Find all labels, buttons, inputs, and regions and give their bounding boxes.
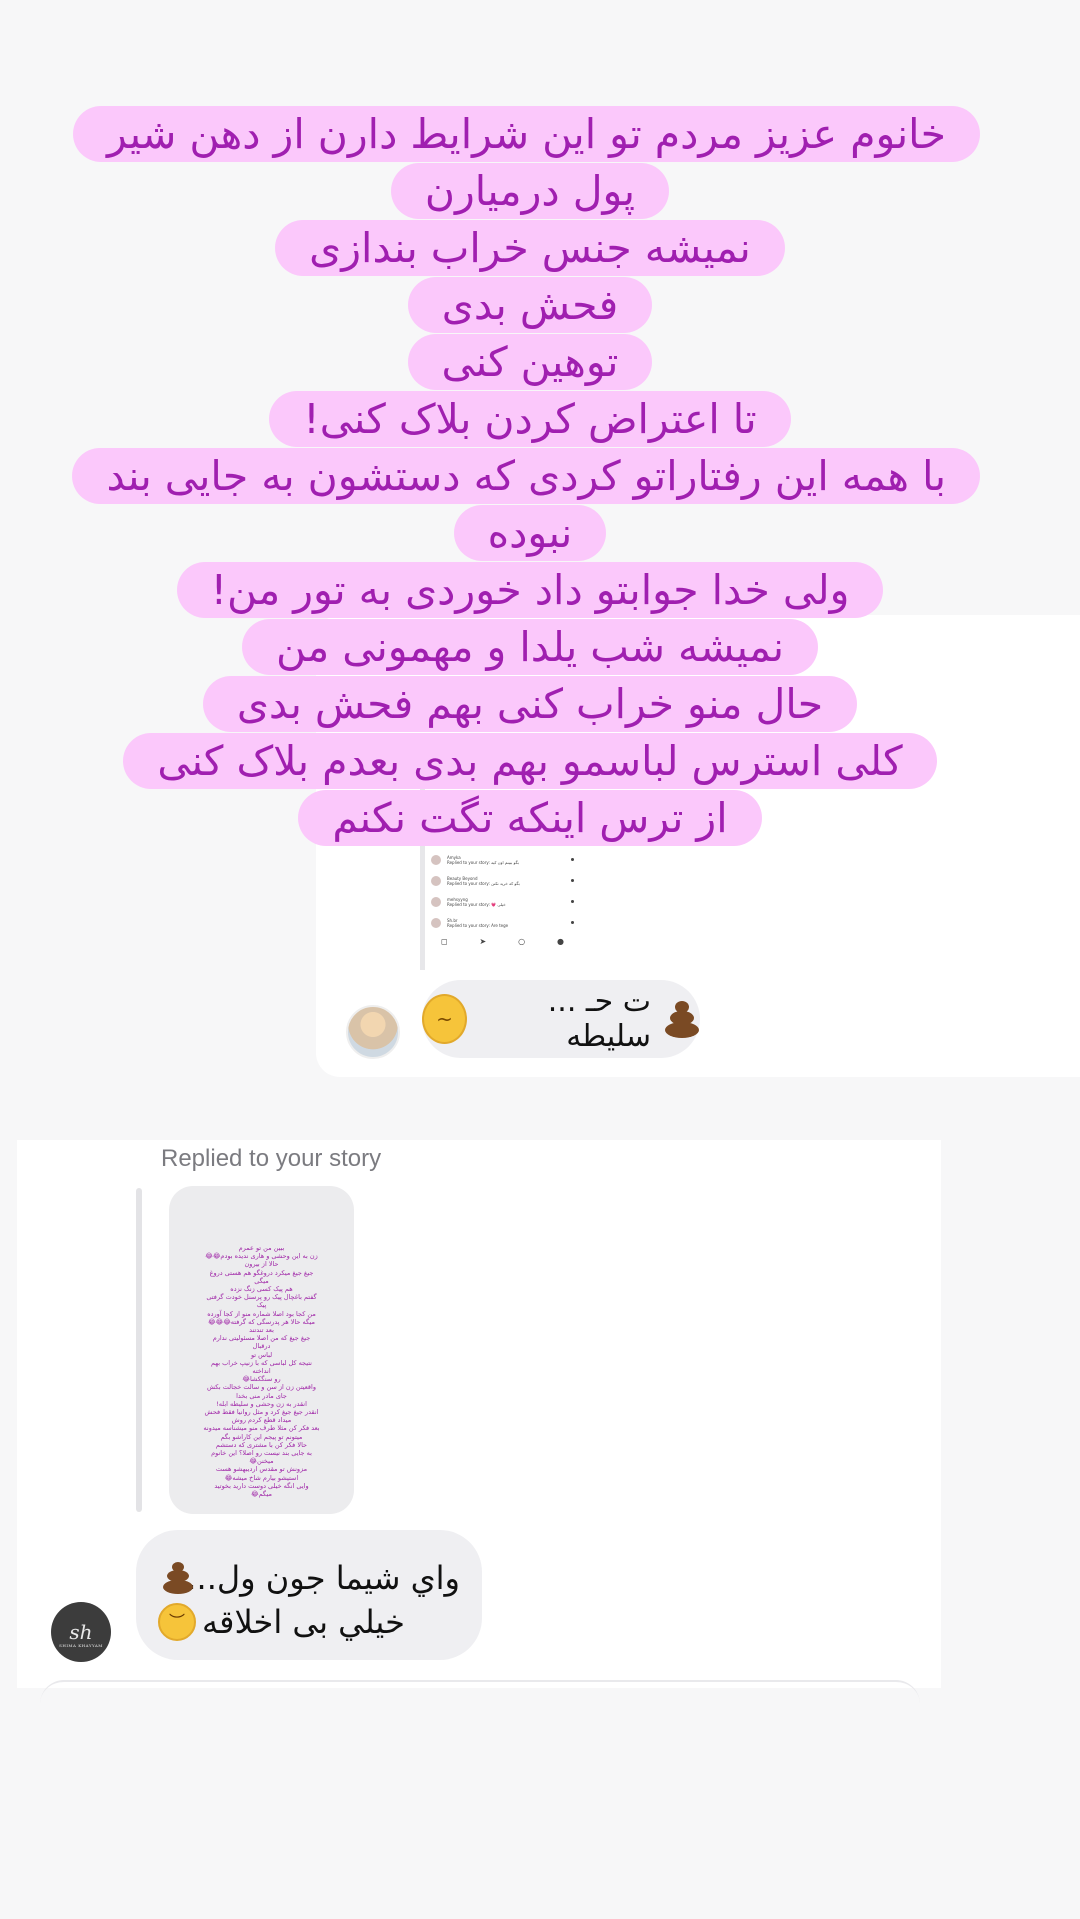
message-line: خيلي بی اخلاقه ︶: [158, 1600, 460, 1644]
overlay-line: خانوم عزیز مردم تو این شرایط دارن از دهن…: [73, 106, 980, 224]
dm-row: Beauty Beyond Replied to your story: بگو …: [425, 870, 580, 891]
camera-icon: ◻: [440, 937, 448, 946]
woozy-face-emoji-icon: ~: [421, 994, 467, 1044]
message-bubble[interactable]: ت حـ ... سلیطه ~: [421, 980, 700, 1058]
avatar[interactable]: [346, 1005, 400, 1059]
overlay-line: نمیشه جنس خراب بندازی: [80, 220, 980, 281]
overlay-line: ولی خدا جوابتو داد خوردی به تور من!: [80, 562, 980, 623]
send-icon: ➤: [479, 937, 487, 946]
overlay-line: از ترس اینکه تگت نکنم: [80, 790, 980, 851]
story-text: ببین من تو عمرم زن به این وحشی و هاری ند…: [203, 1244, 320, 1499]
overlay-line: تا اعتراض کردن بلاک کنی!: [80, 391, 980, 452]
overlay-line: حال منو خراب کنی بهم فحش بدی: [80, 676, 980, 737]
overlay-line: توهین کنی: [80, 334, 980, 395]
avatar[interactable]: sh SHIMA KHAYYAM: [51, 1602, 111, 1662]
avatar: [431, 875, 441, 886]
story-overlay-text: خانوم عزیز مردم تو این شرایط دارن از دهن…: [72, 106, 980, 851]
avatar: [431, 896, 441, 907]
overlay-line: کلی استرس لباسمو بهم بدی بعدم بلاک کنی: [80, 733, 980, 794]
message-line: واي شيما جون ول...: [158, 1556, 460, 1600]
disappointed-face-emoji-icon: ︶: [158, 1603, 196, 1641]
profile-icon: ●: [557, 937, 565, 946]
message-bubble[interactable]: واي شيما جون ول... خيلي بی اخلاقه ︶: [136, 1530, 482, 1660]
dm-row: mehsyyng Replied to your story: 💗 خیلی: [425, 891, 580, 912]
replied-to-story-label: Replied to your story: [161, 1145, 382, 1172]
overlay-line: نمیشه شب یلدا و مهمونی من: [80, 619, 980, 680]
quote-bar: [136, 1188, 142, 1512]
dm-row: Sh.br Replied to your story: Are tege: [425, 912, 580, 933]
search-icon: ○: [518, 937, 526, 946]
divider: [40, 1680, 920, 1704]
avatar: [431, 854, 441, 865]
mini-tab-bar: ◻ ➤ ○ ●: [425, 933, 580, 946]
overlay-line: فحش بدی: [80, 277, 980, 338]
poop-emoji-icon: [158, 1558, 193, 1598]
poop-emoji-icon: [659, 996, 700, 1042]
dm-row: Amyka Replied to your story: بگو ببینم او…: [425, 849, 580, 870]
message-text: ت حـ ... سلیطه: [547, 984, 652, 1054]
avatar: [431, 917, 441, 928]
overlay-line: با همه این رفتاراتو کردی که دستشون به جا…: [72, 448, 980, 566]
story-reply-thumbnail[interactable]: ببین من تو عمرم زن به این وحشی و هاری ند…: [169, 1186, 354, 1514]
